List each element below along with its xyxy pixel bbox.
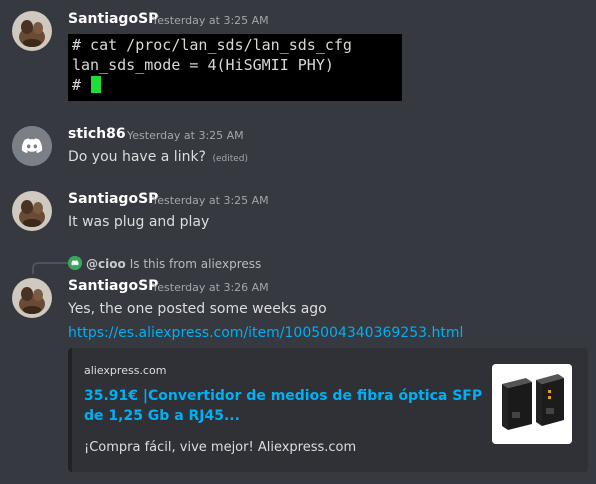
terminal-line: # cat /proc/lan_sds/lan_sds_cfg [72,36,352,54]
user-avatar-image [12,191,52,231]
timestamp: Yesterday at 3:25 AM [127,129,244,142]
avatar[interactable] [12,126,52,166]
reply-connector [32,262,68,274]
reply-preview[interactable]: @cioo Is this from aliexpress [68,256,261,271]
timestamp: Yesterday at 3:26 AM [152,281,269,294]
embed-description: ¡Compra fácil, vive mejor! Aliexpress.co… [84,440,357,455]
user-avatar-image [12,11,52,51]
timestamp: Yesterday at 3:25 AM [152,194,269,207]
embed-thumbnail[interactable] [492,364,572,444]
terminal-prompt: # [72,75,102,95]
reply-text: Is this from aliexpress [129,257,262,271]
username[interactable]: stich86 [68,126,126,142]
username[interactable]: SantiagoSP [68,191,158,207]
username[interactable]: SantiagoSP [68,278,158,294]
edited-label: (edited) [212,154,249,164]
reply-username[interactable]: @cioo [86,257,126,271]
avatar[interactable] [12,278,52,318]
embed-title[interactable]: 35.91€ |Convertidor de medios de fibra ó… [84,386,484,426]
message-text: Yes, the one posted some weeks ago [68,301,327,317]
avatar[interactable] [12,191,52,231]
user-avatar-image [12,278,52,318]
discord-logo-icon [12,126,52,166]
terminal-line: lan_sds_mode = 4(HiSGMII PHY) [72,56,334,74]
message-text: It was plug and play [68,214,210,230]
product-image [492,364,572,444]
avatar[interactable] [12,11,52,51]
message-link[interactable]: https://es.aliexpress.com/item/100500434… [68,325,463,341]
message-content: Do you have a link? [68,149,206,165]
terminal-screenshot[interactable]: # cat /proc/lan_sds/lan_sds_cfg lan_sds_… [68,34,402,101]
link-embed: aliexpress.com 35.91€ |Convertidor de me… [68,348,588,472]
terminal-cursor [91,76,102,93]
terminal-prompt-char: # [72,76,82,94]
username[interactable]: SantiagoSP [68,11,158,27]
embed-provider[interactable]: aliexpress.com [84,364,166,377]
message-text: Do you have a link? (edited) [68,149,248,165]
timestamp: Yesterday at 3:25 AM [152,14,269,27]
discord-logo-icon [68,256,82,270]
